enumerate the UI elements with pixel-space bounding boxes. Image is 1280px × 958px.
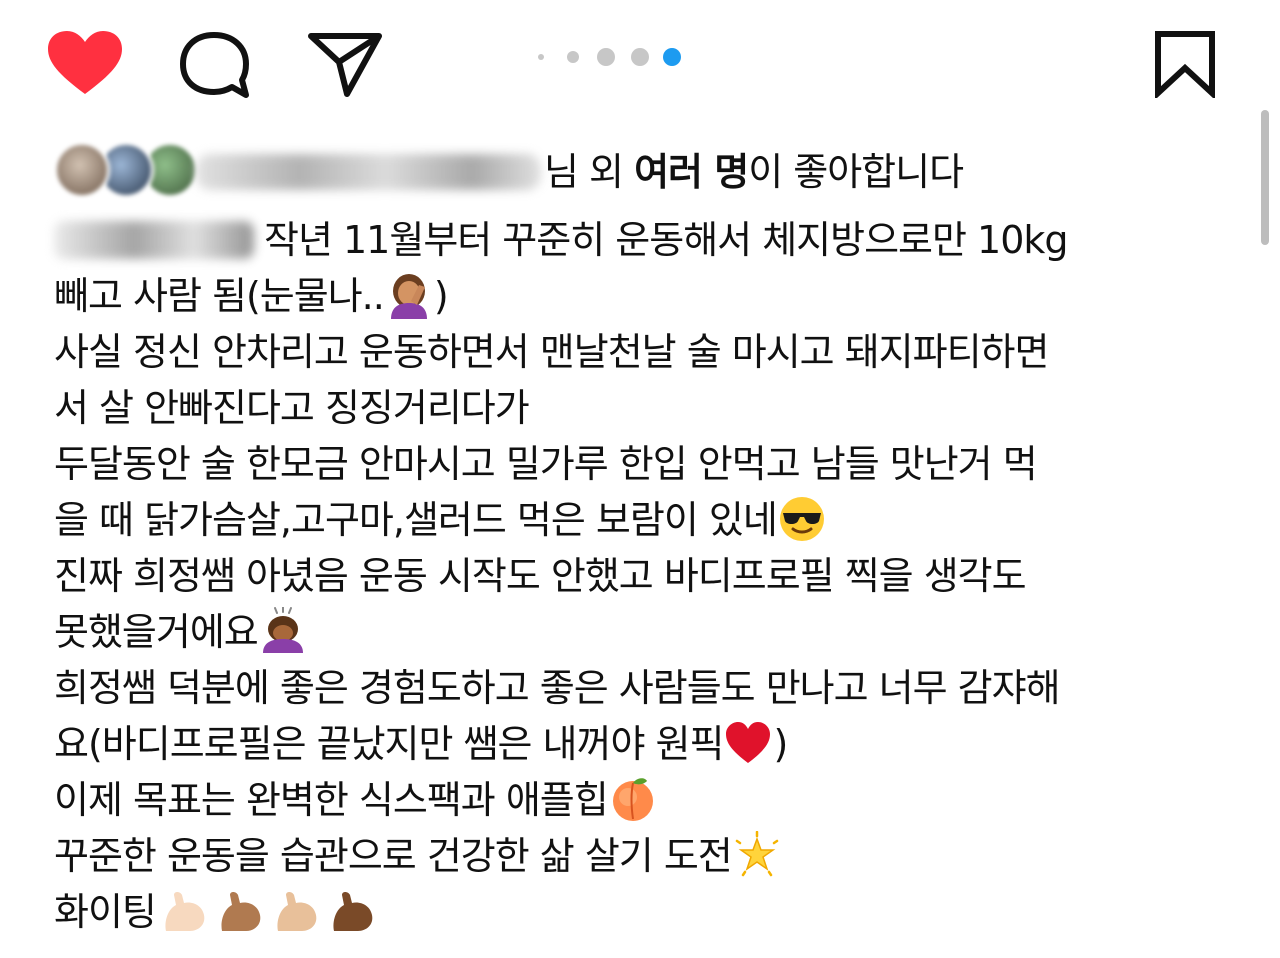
avatar — [54, 142, 110, 198]
caption-text: 화이팅 — [54, 890, 157, 934]
caption-line: 이제 목표는 완벽한 식스팩과 애플힙 — [54, 772, 1234, 828]
caption-line: 진짜 희정쌤 아녔음 운동 시작도 안했고 바디프로필 찍을 생각도 — [54, 548, 1234, 604]
bowing-person-emoji — [262, 607, 303, 653]
likes-text[interactable]: 님 외 여러 명이 좋아합니다 — [544, 146, 964, 198]
carousel-indicator — [535, 45, 685, 69]
caption-text: 작년 11월부터 꾸준히 운동해서 체지방으로만 10kg — [264, 218, 1069, 262]
carousel-dot — [597, 48, 615, 66]
comment-bubble-icon[interactable] — [178, 30, 254, 100]
flexed-biceps-emoji — [277, 892, 317, 931]
caption-text: 못했을거에요 — [54, 610, 259, 654]
liker-avatars[interactable] — [54, 140, 204, 200]
caption-line: 못했을거에요 — [54, 604, 1234, 660]
peach-emoji — [612, 778, 653, 821]
caption-line: 을 때 닭가슴살,고구마,샐러드 먹은 보람이 있네 — [54, 492, 1234, 548]
caption-text: 을 때 닭가슴살,고구마,샐러드 먹은 보람이 있네 — [54, 498, 778, 542]
post-caption: 작년 11월부터 꾸준히 운동해서 체지방으로만 10kg 빼고 사람 됨(눈물… — [54, 212, 1234, 940]
caption-text-after: ) — [773, 722, 788, 766]
flexed-biceps-emoji — [165, 892, 205, 931]
caption-line: 희정쌤 덕분에 좋은 경험도하고 좋은 사람들도 만나고 너무 감쟈해 — [54, 660, 1234, 716]
caption-text: 서 살 안빠진다고 징징거리다가 — [54, 386, 530, 430]
caption-line: 서 살 안빠진다고 징징거리다가 — [54, 380, 1234, 436]
likes-others[interactable]: 여러 명 — [634, 150, 749, 194]
scrollbar[interactable] — [1261, 110, 1269, 245]
likes-suffix: 님 외 — [544, 150, 635, 194]
caption-text: 희정쌤 덕분에 좋은 경험도하고 좋은 사람들도 만나고 너무 감쟈해 — [54, 666, 1061, 710]
caption-text: 빼고 사람 됨(눈물나.. — [54, 274, 385, 318]
redacted-author-handle[interactable] — [54, 221, 254, 259]
caption-line: 화이팅 — [54, 884, 1234, 940]
glowing-star-emoji — [735, 831, 779, 877]
caption-line: 요(바디프로필은 끝났지만 쌤은 내꺼야 원픽 ) — [54, 716, 1234, 772]
likes-summary[interactable]: 님 외 여러 명이 좋아합니다 — [54, 140, 1204, 204]
caption-text: 진짜 희정쌤 아녔음 운동 시작도 안했고 바디프로필 찍을 생각도 — [54, 554, 1027, 598]
likes-tail: 이 좋아합니다 — [748, 150, 964, 194]
carousel-dot-active — [663, 48, 681, 66]
heart-filled-icon[interactable] — [46, 30, 124, 98]
caption-line: 두달동안 술 한모금 안마시고 밀가루 한입 안먹고 남들 맛난거 먹 — [54, 436, 1234, 492]
carousel-dot — [631, 48, 649, 66]
flexed-biceps-emoji — [221, 892, 261, 931]
redacted-username — [196, 154, 541, 190]
sunglasses-emoji — [779, 497, 824, 541]
caption-line: 빼고 사람 됨(눈물나.. ) — [54, 268, 1234, 324]
caption-text: 두달동안 술 한모금 안마시고 밀가루 한입 안먹고 남들 맛난거 먹 — [54, 442, 1038, 486]
post-action-bar — [0, 0, 1280, 120]
caption-text: 이제 목표는 완벽한 식스팩과 애플힙 — [54, 778, 609, 822]
caption-text-after: ) — [433, 274, 449, 318]
caption-line: 작년 11월부터 꾸준히 운동해서 체지방으로만 10kg — [54, 212, 1234, 268]
paper-plane-icon[interactable] — [305, 28, 385, 100]
caption-line: 사실 정신 안차리고 운동하면서 맨날천날 술 마시고 돼지파티하면 — [54, 324, 1234, 380]
flexed-biceps-emoji — [333, 892, 373, 931]
caption-text: 꾸준한 운동을 습관으로 건강한 삶 살기 도전 — [54, 834, 733, 878]
carousel-dot — [567, 51, 579, 63]
carousel-dot — [538, 54, 544, 60]
bookmark-icon[interactable] — [1152, 30, 1218, 98]
caption-text: 요(바디프로필은 끝났지만 쌤은 내꺼야 원픽 — [54, 722, 724, 766]
caption-text: 사실 정신 안차리고 운동하면서 맨날천날 술 마시고 돼지파티하면 — [54, 330, 1049, 374]
face-palm-emoji — [390, 274, 427, 319]
red-heart-emoji — [726, 722, 771, 763]
caption-line: 꾸준한 운동을 습관으로 건강한 삶 살기 도전 — [54, 828, 1234, 884]
